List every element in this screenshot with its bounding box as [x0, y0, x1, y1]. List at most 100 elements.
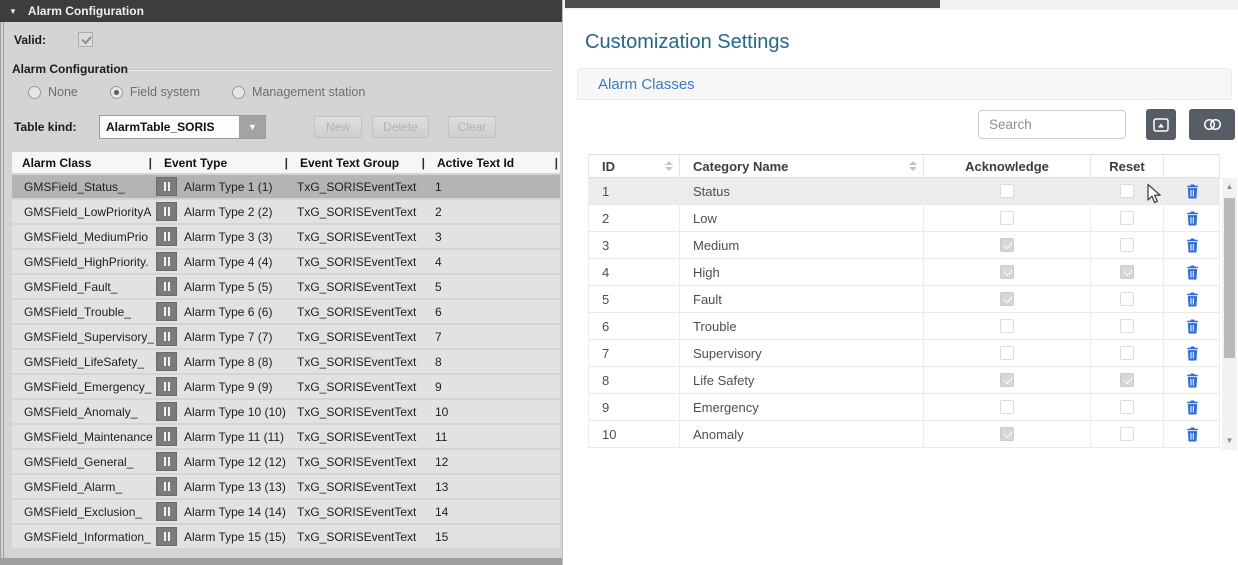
acknowledge-checkbox[interactable] — [1000, 373, 1014, 387]
column-header-event-text-group[interactable]: Event Text Group — [290, 152, 427, 173]
clear-button[interactable]: Clear — [448, 116, 496, 138]
export-image-button[interactable] — [1146, 109, 1176, 140]
valid-checkbox[interactable] — [78, 32, 93, 47]
table-row[interactable]: 10 Anomaly — [588, 421, 1220, 448]
radio-field-system[interactable]: Field system — [110, 85, 200, 99]
reset-checkbox[interactable] — [1120, 373, 1134, 387]
scroll-down-icon[interactable]: ▼ — [1222, 434, 1237, 448]
pause-button[interactable] — [156, 477, 177, 496]
table-row[interactable]: GMSField_Supervisory_ Alarm Type 7 (7) T… — [12, 325, 560, 348]
reset-checkbox[interactable] — [1120, 319, 1134, 333]
table-kind-dropdown[interactable]: AlarmTable_SORIS ▼ — [99, 115, 266, 139]
pause-button[interactable] — [156, 427, 177, 446]
table-row[interactable]: 3 Medium — [588, 232, 1220, 259]
reset-checkbox[interactable] — [1120, 292, 1134, 306]
acknowledge-checkbox[interactable] — [1000, 400, 1014, 414]
delete-icon[interactable] — [1186, 373, 1199, 388]
pause-icon — [164, 282, 166, 291]
pause-button[interactable] — [156, 302, 177, 321]
delete-icon[interactable] — [1186, 346, 1199, 361]
delete-button[interactable]: Delete — [372, 116, 429, 138]
pause-button[interactable] — [156, 502, 177, 521]
delete-icon[interactable] — [1186, 319, 1199, 334]
pause-button[interactable] — [156, 177, 177, 196]
delete-icon[interactable] — [1186, 400, 1199, 415]
pause-button[interactable] — [156, 227, 177, 246]
dropdown-button[interactable]: ▼ — [239, 115, 266, 139]
acknowledge-checkbox[interactable] — [1000, 238, 1014, 252]
reset-checkbox[interactable] — [1120, 400, 1134, 414]
scroll-up-icon[interactable]: ▲ — [1222, 180, 1237, 194]
table-row[interactable]: 2 Low — [588, 205, 1220, 232]
reset-checkbox[interactable] — [1120, 238, 1134, 252]
collapse-icon[interactable]: ▼ — [9, 7, 17, 16]
sort-icon[interactable] — [909, 161, 917, 171]
table-row[interactable]: GMSField_MediumPrio Alarm Type 3 (3) TxG… — [12, 225, 560, 248]
column-header-reset: Reset — [1091, 155, 1164, 177]
acknowledge-checkbox[interactable] — [1000, 184, 1014, 198]
table-kind-label: Table kind: — [14, 120, 76, 134]
column-header-category-name[interactable]: Category Name — [680, 155, 924, 177]
section-title-link[interactable]: Alarm Classes — [598, 76, 695, 93]
acknowledge-checkbox[interactable] — [1000, 292, 1014, 306]
delete-icon[interactable] — [1186, 211, 1199, 226]
delete-icon[interactable] — [1186, 265, 1199, 280]
table-row[interactable]: 1 Status — [588, 178, 1220, 205]
acknowledge-checkbox[interactable] — [1000, 346, 1014, 360]
radio-management-station[interactable]: Management station — [232, 85, 365, 99]
table-row[interactable]: GMSField_Alarm_ Alarm Type 13 (13) TxG_S… — [12, 475, 560, 498]
acknowledge-checkbox[interactable] — [1000, 427, 1014, 441]
new-button[interactable]: New — [314, 116, 362, 138]
table-row[interactable]: GMSField_LowPriorityA Alarm Type 2 (2) T… — [12, 200, 560, 223]
table-row[interactable]: GMSField_Anomaly_ Alarm Type 10 (10) TxG… — [12, 400, 560, 423]
pause-button[interactable] — [156, 527, 177, 546]
table-row[interactable]: GMSField_Fault_ Alarm Type 5 (5) TxG_SOR… — [12, 275, 560, 298]
column-header-event-type[interactable]: Event Type — [154, 152, 290, 173]
scrollbar-thumb[interactable] — [1224, 198, 1235, 358]
sort-icon[interactable] — [665, 161, 673, 171]
pause-button[interactable] — [156, 277, 177, 296]
table-row[interactable]: GMSField_Information_ Alarm Type 15 (15)… — [12, 525, 560, 548]
table-row[interactable]: GMSField_Emergency_ Alarm Type 9 (9) TxG… — [12, 375, 560, 398]
scrollbar[interactable]: ▲ ▼ — [1222, 178, 1237, 450]
pause-button[interactable] — [156, 352, 177, 371]
delete-icon[interactable] — [1186, 292, 1199, 307]
column-header-active-text-id[interactable]: Active Text Id — [427, 152, 560, 173]
acknowledge-checkbox[interactable] — [1000, 319, 1014, 333]
delete-icon[interactable] — [1186, 427, 1199, 442]
table-row[interactable]: GMSField_General_ Alarm Type 12 (12) TxG… — [12, 450, 560, 473]
search-input[interactable] — [978, 110, 1126, 139]
table-row[interactable]: GMSField_LifeSafety_ Alarm Type 8 (8) Tx… — [12, 350, 560, 373]
table-row[interactable]: GMSField_HighPriority. Alarm Type 4 (4) … — [12, 250, 560, 273]
table-row[interactable]: 7 Supervisory — [588, 340, 1220, 367]
pause-button[interactable] — [156, 202, 177, 221]
column-header-id[interactable]: ID — [589, 155, 680, 177]
reset-checkbox[interactable] — [1120, 427, 1134, 441]
panel-titlebar[interactable]: ▼ Alarm Configuration — [0, 0, 562, 22]
reset-checkbox[interactable] — [1120, 211, 1134, 225]
reset-checkbox[interactable] — [1120, 346, 1134, 360]
table-row[interactable]: 9 Emergency — [588, 394, 1220, 421]
radio-none[interactable]: None — [28, 85, 78, 99]
table-row[interactable]: GMSField_Maintenance Alarm Type 11 (11) … — [12, 425, 560, 448]
table-row[interactable]: GMSField_Trouble_ Alarm Type 6 (6) TxG_S… — [12, 300, 560, 323]
table-row[interactable]: GMSField_Exclusion_ Alarm Type 14 (14) T… — [12, 500, 560, 523]
column-header-alarm-class[interactable]: Alarm Class — [12, 152, 154, 173]
table-row[interactable]: GMSField_Status_ Alarm Type 1 (1) TxG_SO… — [12, 175, 560, 198]
pause-button[interactable] — [156, 377, 177, 396]
delete-icon[interactable] — [1186, 184, 1199, 199]
pause-button[interactable] — [156, 327, 177, 346]
pause-button[interactable] — [156, 402, 177, 421]
delete-icon[interactable] — [1186, 238, 1199, 253]
table-row[interactable]: 5 Fault — [588, 286, 1220, 313]
acknowledge-checkbox[interactable] — [1000, 211, 1014, 225]
pause-button[interactable] — [156, 452, 177, 471]
table-row[interactable]: 6 Trouble — [588, 313, 1220, 340]
acknowledge-checkbox[interactable] — [1000, 265, 1014, 279]
pause-button[interactable] — [156, 252, 177, 271]
reset-checkbox[interactable] — [1120, 265, 1134, 279]
table-row[interactable]: 4 High — [588, 259, 1220, 286]
reset-checkbox[interactable] — [1120, 184, 1134, 198]
toggle-view-button[interactable] — [1189, 109, 1235, 140]
table-row[interactable]: 8 Life Safety — [588, 367, 1220, 394]
